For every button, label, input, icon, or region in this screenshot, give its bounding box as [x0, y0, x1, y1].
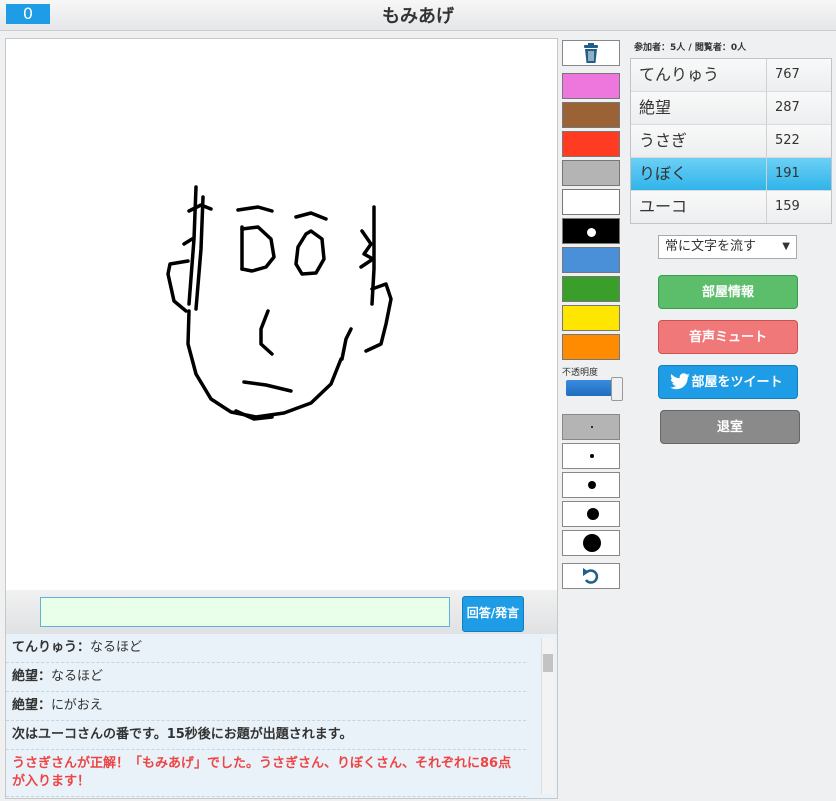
clear-canvas-button[interactable] [562, 40, 620, 66]
answer-bar: 回答/発言 [5, 590, 558, 635]
chevron-down-icon: ▼ [782, 241, 790, 252]
brush-size-2[interactable] [562, 443, 620, 469]
color-swatch-pink[interactable] [562, 73, 620, 99]
player-score: 191 [775, 166, 800, 181]
brush-dot [587, 508, 599, 520]
chat-scrollbar[interactable] [541, 638, 554, 794]
player-score: 767 [775, 67, 800, 82]
score-row: うさぎ 522 [631, 125, 831, 158]
player-score: 159 [775, 199, 800, 214]
page-title: もみあげ [382, 6, 454, 27]
score-row: ユーコ 159 [631, 191, 831, 223]
chat-message: 絶望：なるほど [6, 663, 526, 692]
chat-message: てんりゅう：なるほど [6, 634, 526, 663]
player-score: 522 [775, 133, 800, 148]
select-value: 常に文字を流す [665, 239, 757, 254]
color-swatch-brown[interactable] [562, 102, 620, 128]
twitter-bird-icon [670, 373, 690, 390]
chat-text: なるほど [51, 669, 104, 684]
player-name: 絶望 [631, 92, 767, 124]
participants-count: 参加者：5人 / 閲覧者：0人 [634, 43, 747, 53]
brush-dot [583, 534, 601, 552]
opacity-label: 不透明度 [562, 368, 599, 378]
chat-scroll-thumb[interactable] [543, 654, 553, 672]
mute-audio-button[interactable]: 音声ミュート [658, 320, 798, 354]
undo-button[interactable] [562, 563, 620, 589]
brush-size-4[interactable] [562, 501, 620, 527]
text-flow-select[interactable]: 常に文字を流す ▼ [658, 235, 797, 259]
answer-input[interactable] [40, 597, 450, 627]
drawing-strokes [166, 185, 393, 421]
exit-room-button[interactable]: 退室 [660, 410, 800, 444]
opacity-slider[interactable] [566, 377, 623, 401]
chat-author: 絶望： [12, 698, 52, 713]
header-bar: 0 もみあげ [0, 0, 836, 31]
brush-dot [591, 426, 593, 428]
chat-author: てんりゅう： [12, 640, 91, 655]
brush-dot [588, 481, 596, 489]
score-row-active-drawer: りぼく 191 [631, 158, 831, 191]
brush-size-1[interactable] [562, 414, 620, 440]
drawing-canvas[interactable] [5, 38, 558, 592]
brush-size-3[interactable] [562, 472, 620, 498]
brush-dot [590, 454, 594, 458]
color-swatch-green[interactable] [562, 276, 620, 302]
chat-text: なるほど [90, 640, 143, 655]
color-swatch-yellow[interactable] [562, 305, 620, 331]
chat-author: 絶望： [12, 669, 52, 684]
chat-system-message: 次はユーコさんの番です。15秒後にお題が出題されます。 [6, 721, 526, 750]
answer-submit-button[interactable]: 回答/発言 [462, 596, 524, 632]
score-row: 絶望 287 [631, 92, 831, 125]
room-info-button[interactable]: 部屋情報 [658, 275, 798, 309]
chat-text: にがおえ [51, 698, 103, 713]
opacity-slider-handle[interactable] [611, 377, 623, 401]
player-name: てんりゅう [631, 59, 767, 91]
undo-icon [583, 568, 599, 584]
score-row: てんりゅう 767 [631, 59, 831, 92]
player-name: ユーコ [631, 191, 767, 223]
tweet-room-button[interactable]: 部屋をツイート [658, 365, 798, 399]
color-swatch-black[interactable] [562, 218, 620, 244]
selected-indicator [587, 228, 596, 237]
chat-log: てんりゅう：なるほど 絶望：なるほど 絶望：にがおえ 次はユーコさんの番です。1… [5, 634, 558, 799]
brush-size-5[interactable] [562, 530, 620, 556]
color-swatch-red[interactable] [562, 131, 620, 157]
color-swatch-orange[interactable] [562, 334, 620, 360]
chat-correct-message: うさぎさんが正解！「もみあげ」でした。うさぎさん、りぼくさん、それぞれに86点が… [6, 750, 526, 797]
player-name: りぼく [631, 158, 767, 190]
chat-message: 絶望：にがおえ [6, 692, 526, 721]
color-swatch-white[interactable] [562, 189, 620, 215]
score-table: てんりゅう 767 絶望 287 うさぎ 522 りぼく 191 ユーコ 159 [630, 58, 832, 224]
player-score: 287 [775, 100, 800, 115]
color-swatch-blue[interactable] [562, 247, 620, 273]
player-name: うさぎ [631, 125, 767, 157]
color-swatch-gray[interactable] [562, 160, 620, 186]
trash-icon [584, 43, 598, 63]
